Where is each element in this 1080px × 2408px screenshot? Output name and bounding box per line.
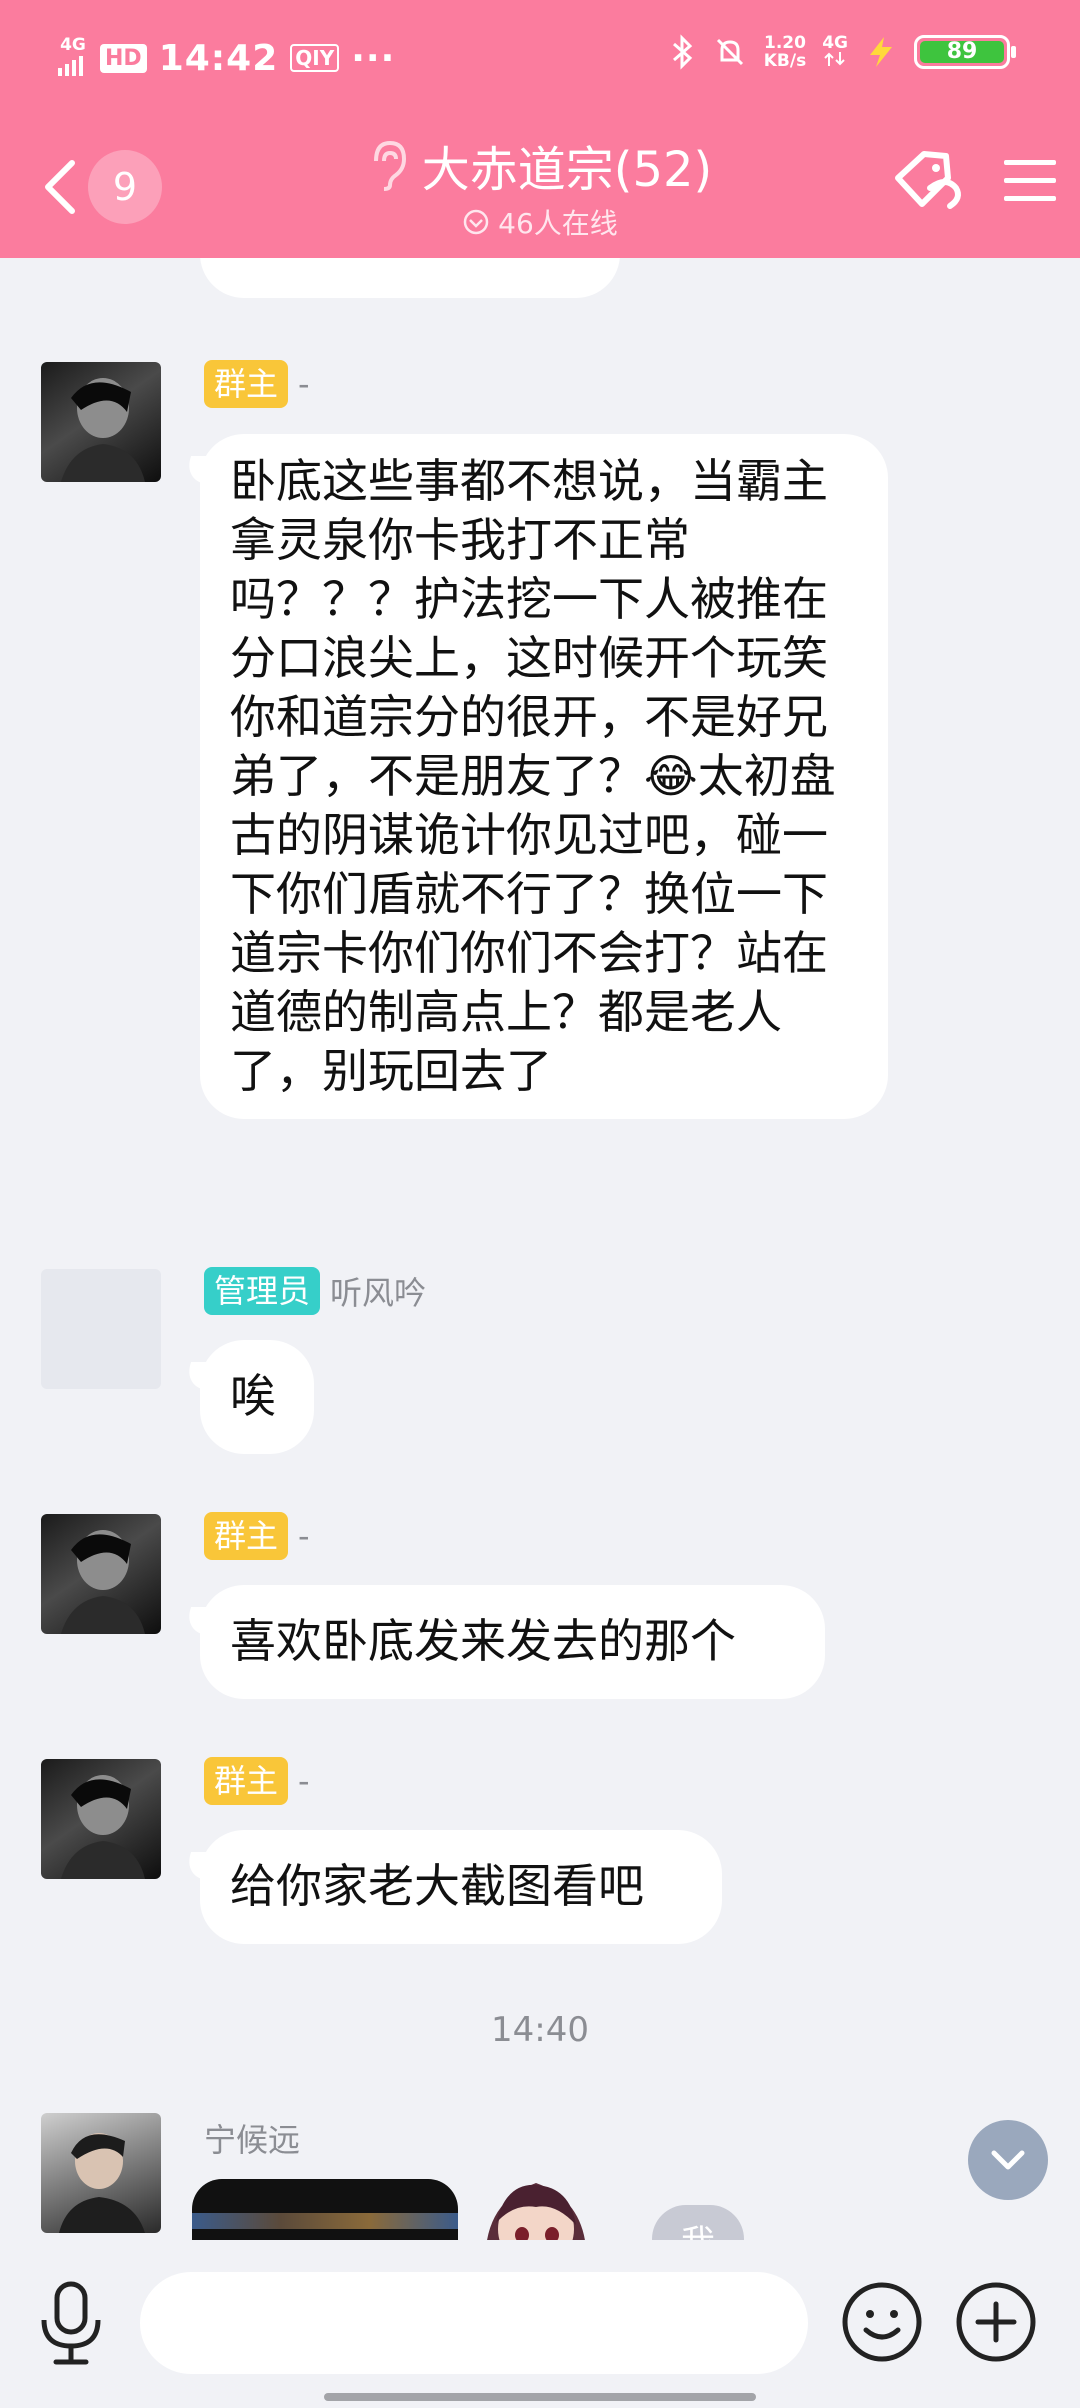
status-bar: 4G HD 14:42 QIY ··· 1.20 KB/s 4G 89 (0, 0, 1080, 120)
avatar-owner[interactable] (41, 1759, 161, 1879)
bluetooth-icon (672, 34, 692, 70)
ear-icon (373, 140, 406, 191)
message-bubble[interactable]: 喜欢卧底发来发去的那个 (200, 1585, 825, 1699)
sender-name: - (298, 1517, 310, 1555)
message-meta: 宁候远 (204, 2115, 300, 2161)
online-status: 46人在线 (462, 202, 618, 242)
nav-bar: 9 大赤道宗(52) 46人在线 (0, 120, 1080, 258)
scroll-to-bottom-button[interactable] (968, 2120, 1048, 2200)
avatar-image (61, 378, 145, 482)
net-speed-unit: KB/s (763, 51, 807, 71)
sender-name: 听风吟 (330, 1274, 427, 1312)
avatar-image (61, 1775, 145, 1879)
group-title: 大赤道宗(52) (421, 142, 713, 198)
microphone-icon[interactable] (38, 2280, 104, 2366)
message-input[interactable] (140, 2272, 808, 2374)
message-text: 喜欢卧底发来发去的那个 (230, 1614, 736, 1668)
chevron-down-icon (991, 2150, 1025, 2170)
owner-tag: 群主 (204, 360, 289, 408)
network-right-label: 4G (822, 33, 848, 53)
sender-name: - (298, 365, 310, 403)
network-left-label: 4G (60, 35, 86, 55)
network-right: 4G (822, 34, 848, 70)
sticker-image[interactable] (466, 2163, 606, 2240)
message-text: 卧底这些事都不想说，当霸主拿灵泉你卡我打不正常吗？？？护法挖一下人被推在分口浪尖… (230, 454, 836, 1098)
net-speed-value: 1.20 (763, 33, 806, 53)
signal-icon (58, 56, 83, 76)
data-arrows-icon (824, 52, 845, 66)
clock: 14:42 (158, 37, 279, 79)
owner-tag: 群主 (204, 1512, 289, 1560)
top-bar: 4G HD 14:42 QIY ··· 1.20 KB/s 4G 89 9 大赤… (0, 0, 1080, 258)
message-bubble[interactable]: 卧底这些事都不想说，当霸主拿灵泉你卡我打不正常吗？？？护法挖一下人被推在分口浪尖… (200, 434, 888, 1119)
mute-icon (716, 38, 743, 66)
net-speed: 1.20 KB/s (764, 34, 806, 70)
message-meta: 群主 - (204, 360, 310, 408)
charging-icon (870, 37, 892, 67)
sender-name: - (298, 1762, 310, 1800)
message-bubble[interactable]: 唉 (200, 1340, 314, 1454)
network-indicator: 4G (58, 36, 88, 80)
battery-icon: 89 (914, 35, 1016, 69)
avatar-admin[interactable] (41, 1269, 161, 1389)
avatar-image (61, 1530, 145, 1634)
avatar-user[interactable] (41, 2113, 161, 2233)
admin-tag: 管理员 (204, 1267, 321, 1315)
tag-link-icon[interactable] (890, 148, 966, 214)
thumbnail-strip (192, 2213, 458, 2229)
online-count: 46人在线 (498, 207, 618, 240)
chat-list[interactable]: 群主 - 卧底这些事都不想说，当霸主拿灵泉你卡我打不正常吗？？？护法挖一下人被推… (0, 258, 1080, 2240)
screenshot-thumbnail[interactable] (192, 2179, 458, 2240)
owner-tag: 群主 (204, 1757, 289, 1805)
message-text: 唉 (230, 1369, 276, 1423)
avatar-owner[interactable] (41, 362, 161, 482)
message-text: 给你家老大截图看吧 (230, 1859, 644, 1913)
message-meta: 群主 - (204, 1512, 310, 1560)
message-timestamp: 14:40 (491, 2010, 589, 2050)
avatar-owner[interactable] (41, 1514, 161, 1634)
input-bar (0, 2240, 1080, 2408)
emoji-icon[interactable] (840, 2280, 924, 2364)
battery-level: 89 (920, 41, 1004, 63)
avatar-image (59, 2133, 145, 2233)
chevron-circle-icon (463, 209, 489, 235)
message-bubble[interactable]: 给你家老大截图看吧 (200, 1830, 722, 1944)
sender-name: 宁候远 (204, 2121, 301, 2159)
menu-icon[interactable] (1002, 156, 1058, 206)
home-indicator[interactable] (324, 2393, 756, 2401)
message-meta: 群主 - (204, 1757, 310, 1805)
more-status-dots: ··· (351, 37, 396, 79)
message-meta: 管理员 听风吟 (204, 1267, 426, 1315)
hd-icon: HD (100, 43, 147, 73)
app-badge: QIY (290, 44, 340, 72)
previous-message-bubble (200, 258, 620, 298)
plus-icon[interactable] (954, 2280, 1038, 2364)
